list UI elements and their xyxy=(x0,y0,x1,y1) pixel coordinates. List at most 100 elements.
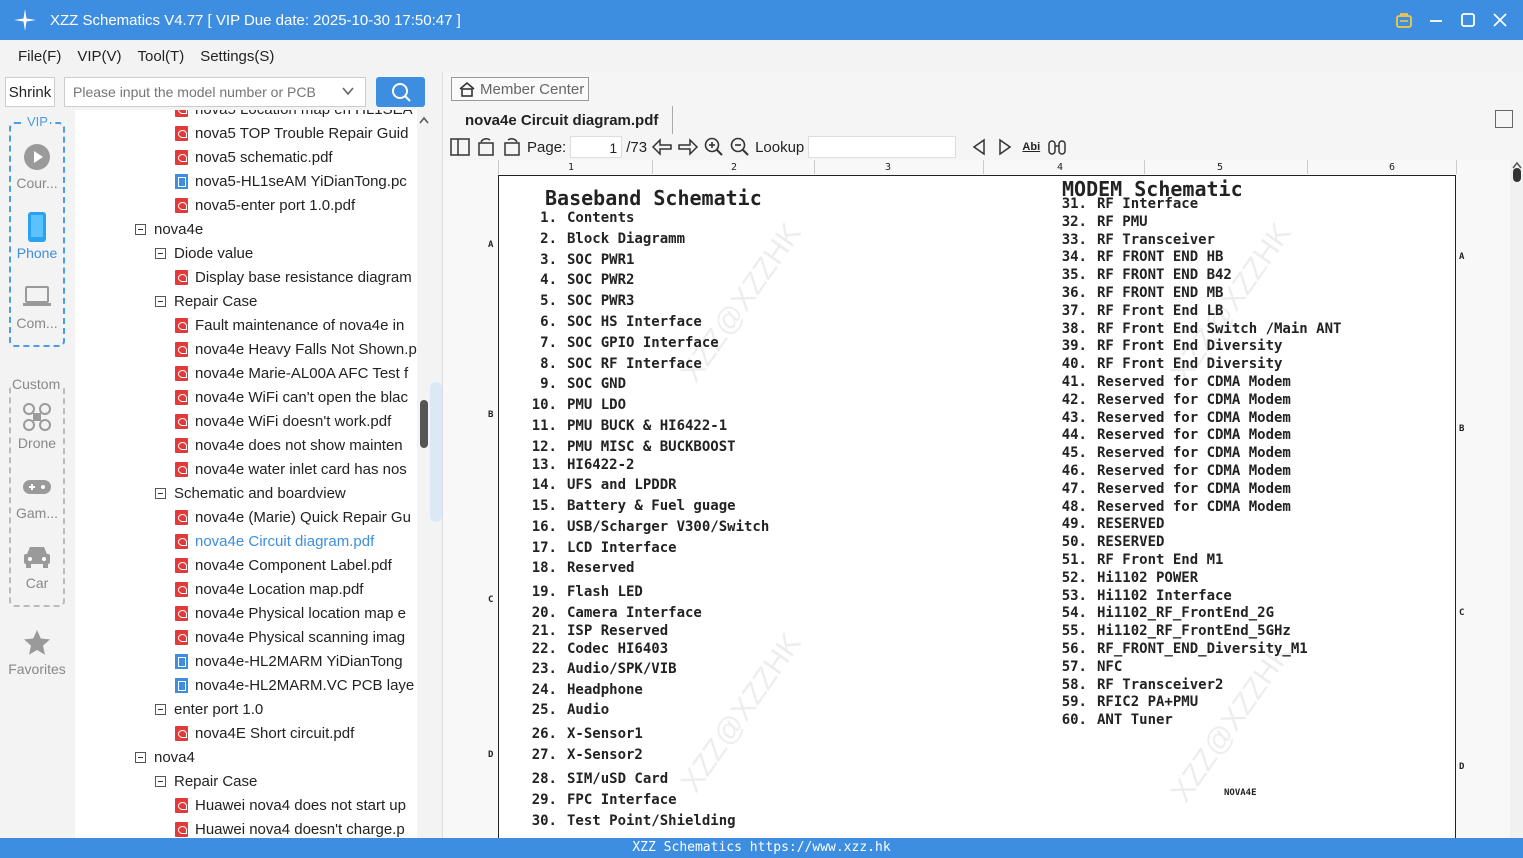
tree-folder[interactable]: enter port 1.0 xyxy=(155,697,417,721)
page-number-input[interactable]: 1 xyxy=(570,136,623,158)
index-entry: 3. SOC PWR1 xyxy=(540,252,635,268)
tree-scroll-thumb[interactable] xyxy=(420,400,428,448)
tab-document[interactable]: nova4e Circuit diagram.pdf xyxy=(451,106,674,134)
index-entry: 42. Reserved for CDMA Modem xyxy=(1061,391,1291,408)
maximize-button[interactable] xyxy=(1459,11,1477,29)
nav-car[interactable]: Car xyxy=(0,542,74,591)
tree-file[interactable]: nova4e Heavy Falls Not Shown.p xyxy=(175,337,417,361)
tree-file[interactable]: nova4e WiFi can't open the blac xyxy=(175,385,417,409)
tree-folder[interactable]: Diode value xyxy=(155,241,417,265)
nav-courses[interactable]: Cour... xyxy=(0,142,74,191)
tree-folder[interactable]: nova4 xyxy=(135,745,417,769)
tree-file[interactable]: nova5 schematic.pdf xyxy=(175,145,417,169)
tree-file[interactable]: nova4e Physical location map e xyxy=(175,601,417,625)
zoom-in-icon[interactable] xyxy=(703,136,725,158)
tree-file[interactable]: nova5-enter port 1.0.pdf xyxy=(175,193,417,217)
tree-folder[interactable]: Repair Case xyxy=(155,769,417,793)
tree-item-label: nova4e-HL2MARM.VC PCB laye xyxy=(195,676,415,694)
collapse-icon[interactable] xyxy=(135,223,146,235)
vip-bag-icon[interactable] xyxy=(1395,11,1413,29)
tree-file[interactable]: nova4e WiFi doesn't work.pdf xyxy=(175,409,417,433)
tree-file[interactable]: nova5 TOP Trouble Repair Guid xyxy=(175,121,417,145)
tree-item-label: Repair Case xyxy=(174,292,258,310)
tree-file[interactable]: nova4e water inlet card has nos xyxy=(175,457,417,481)
viewer-scroll-thumb[interactable] xyxy=(1513,168,1521,182)
menu-tool[interactable]: Tool(T) xyxy=(138,48,185,65)
tree-file[interactable]: Display base resistance diagram xyxy=(175,265,417,289)
tree-file[interactable]: Fault maintenance of nova4e in xyxy=(175,313,417,337)
chevron-down-icon[interactable] xyxy=(341,84,355,101)
nav-computer[interactable]: Com... xyxy=(0,282,74,331)
find-previous-icon[interactable] xyxy=(968,136,990,158)
match-case-icon[interactable]: Abi xyxy=(1020,136,1042,158)
next-page-icon[interactable] xyxy=(677,136,699,158)
index-entry: 37. RF Front End LB xyxy=(1061,302,1224,319)
tree-item-label: nova4e Heavy Falls Not Shown.p xyxy=(195,340,417,358)
tree-file[interactable]: nova4e does not show mainten xyxy=(175,433,417,457)
index-entry: 2. Block Diagramm xyxy=(540,231,686,247)
close-button[interactable] xyxy=(1491,11,1509,29)
minimize-button[interactable] xyxy=(1427,11,1445,29)
collapse-icon[interactable] xyxy=(155,247,166,259)
tree-folder[interactable]: nova4e xyxy=(135,217,417,241)
viewer-scrollbar[interactable] xyxy=(1510,160,1523,838)
tree-file[interactable]: nova4e Marie-AL00A AFC Test f xyxy=(175,361,417,385)
rotate-left-icon[interactable] xyxy=(475,136,497,158)
tree-file[interactable]: nova5-HL1seAM YiDianTong.pc xyxy=(175,169,417,193)
index-entry: 40. RF Front End Diversity xyxy=(1061,356,1283,373)
tree-folder[interactable]: Schematic and boardview xyxy=(155,481,417,505)
nav-phone[interactable]: Phone xyxy=(0,212,74,261)
tree-scrollbar[interactable] xyxy=(417,110,431,838)
tree-file[interactable]: nova4e-HL2MARM YiDianTong xyxy=(175,649,417,673)
collapse-icon[interactable] xyxy=(135,751,146,763)
index-entry: 22. Codec HI6403 xyxy=(531,641,669,657)
tree-file[interactable]: nova4e (Marie) Quick Repair Gu xyxy=(175,505,417,529)
tree-folder[interactable]: Repair Case xyxy=(155,289,417,313)
previous-page-icon[interactable] xyxy=(651,136,673,158)
pane-splitter[interactable] xyxy=(430,382,442,522)
tree-file[interactable]: Huawei nova4 does not start up xyxy=(175,793,417,817)
title-bar: XZZ Schematics V4.77 [ VIP Due date: 202… xyxy=(0,0,1523,40)
shrink-button[interactable]: Shrink xyxy=(5,77,55,107)
tree-item-label: nova5 schematic.pdf xyxy=(195,148,333,166)
tree-file[interactable]: nova4e-HL2MARM.VC PCB laye xyxy=(175,673,417,697)
find-next-icon[interactable] xyxy=(994,136,1016,158)
tree-item-label: nova4e xyxy=(154,220,204,238)
pdf-file-icon xyxy=(175,365,188,381)
zoom-out-icon[interactable] xyxy=(729,136,751,158)
search-button[interactable] xyxy=(376,77,425,107)
page-total: /73 xyxy=(626,138,648,156)
rotate-right-icon[interactable] xyxy=(501,136,523,158)
pdf-file-icon xyxy=(175,629,188,645)
collapse-icon[interactable] xyxy=(155,703,166,715)
collapse-icon[interactable] xyxy=(155,775,166,787)
sidebar-toggle-icon[interactable] xyxy=(449,136,471,158)
collapse-icon[interactable] xyxy=(155,295,166,307)
pdf-viewer[interactable]: 1 2 3 4 5 6 A B C D A B C D XZZ@XZZHK XZ… xyxy=(443,160,1523,838)
binoculars-icon[interactable] xyxy=(1046,136,1068,158)
tree-file[interactable]: Huawei nova4 doesn't charge.p xyxy=(175,817,417,838)
tree-file[interactable]: nova5 Location map en HL1SEA xyxy=(175,110,417,121)
model-search-box[interactable] xyxy=(64,77,366,107)
tree-file[interactable]: nova4e Location map.pdf xyxy=(175,577,417,601)
menu-file[interactable]: File(F) xyxy=(18,48,61,65)
search-input[interactable] xyxy=(73,84,333,100)
row-label: A xyxy=(1459,252,1465,262)
tree-file[interactable]: nova4E Short circuit.pdf xyxy=(175,721,417,745)
tree-item-label: Display base resistance diagram xyxy=(195,268,412,286)
menu-settings[interactable]: Settings(S) xyxy=(200,48,274,65)
index-entry: 31. RF Interface xyxy=(1061,196,1199,212)
tree-file[interactable]: nova4e Physical scanning imag xyxy=(175,625,417,649)
menu-vip[interactable]: VIP(V) xyxy=(77,48,121,65)
tree-file[interactable]: nova4e Circuit diagram.pdf xyxy=(175,529,417,553)
collapse-icon[interactable] xyxy=(155,487,166,499)
tree-item-label: nova4e WiFi doesn't work.pdf xyxy=(195,412,392,430)
nav-games[interactable]: Gam... xyxy=(0,472,74,521)
tree-file[interactable]: nova4e Component Label.pdf xyxy=(175,553,417,577)
nav-drone[interactable]: Drone xyxy=(0,402,74,451)
close-tab-icon[interactable] xyxy=(1495,110,1513,128)
member-center-button[interactable]: Member Center xyxy=(451,77,589,101)
lookup-input[interactable] xyxy=(808,136,957,158)
nav-favorites[interactable]: Favorites xyxy=(0,628,74,677)
row-label: D xyxy=(488,750,494,760)
